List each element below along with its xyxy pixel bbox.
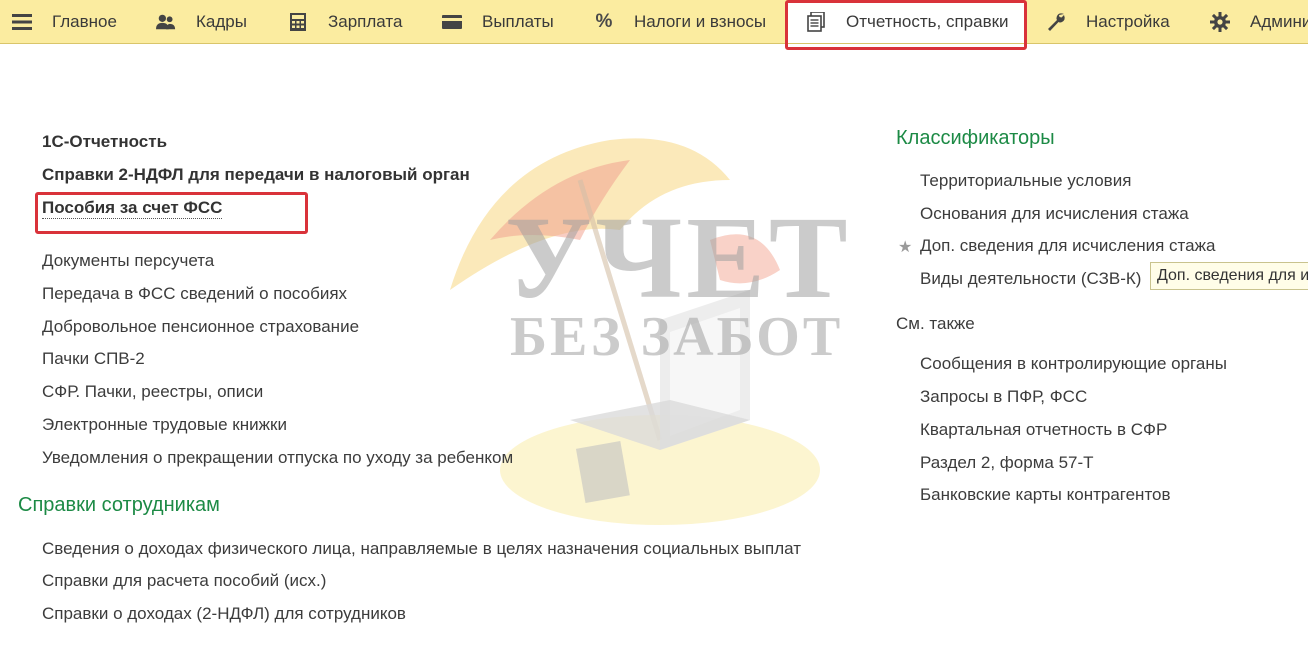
menu-item-label: Выплаты — [482, 12, 554, 31]
hamburger-icon — [12, 12, 32, 32]
link-2ndfl-employees[interactable]: Справки о доходах (2-НДФЛ) для сотрудник… — [42, 604, 406, 624]
link-seniority-extra-info[interactable]: Доп. сведения для исчисления стажа — [920, 236, 1215, 256]
group-title-classifiers: Классификаторы — [896, 127, 1055, 149]
menu-item-label: Налоги и взносы — [634, 12, 767, 31]
link-electronic-work-books[interactable]: Электронные трудовые книжки — [42, 415, 287, 435]
people-icon — [156, 12, 176, 32]
tooltip: Доп. сведения для и — [1150, 262, 1308, 290]
star-icon[interactable]: ★ — [898, 237, 912, 257]
link-income-info-social[interactable]: Сведения о доходах физического лица, нап… — [42, 539, 801, 559]
link-sfr-packs[interactable]: СФР. Пачки, реестры, описи — [42, 382, 263, 402]
link-parental-leave-notices[interactable]: Уведомления о прекращении отпуска по ухо… — [42, 448, 513, 468]
menu-item-label: Кадры — [196, 12, 247, 31]
group-title-employee-certificates: Справки сотрудникам — [18, 494, 220, 516]
menu-item-label: Отчетность, справки — [846, 12, 1009, 31]
link-voluntary-pension[interactable]: Добровольное пенсионное страхование — [42, 317, 359, 337]
gear-icon — [1210, 12, 1230, 32]
percent-icon: % — [595, 11, 613, 32]
link-fss-benefits[interactable]: Пособия за счет ФСС — [42, 198, 223, 219]
link-form-57t[interactable]: Раздел 2, форма 57-Т — [920, 453, 1094, 473]
link-1c-reporting[interactable]: 1С-Отчетность — [42, 132, 167, 152]
watermark-subtitle: БЕЗ ЗАБОТ — [510, 306, 844, 368]
link-regulatory-messages[interactable]: Сообщения в контролирующие органы — [920, 354, 1227, 374]
menu-item-admin[interactable]: Админи — [1210, 0, 1308, 43]
link-quarterly-sfr[interactable]: Квартальная отчетность в СФР — [920, 420, 1167, 440]
menu-item-hr[interactable]: Кадры — [156, 0, 247, 43]
link-territorial-conditions[interactable]: Территориальные условия — [920, 171, 1131, 191]
menu-item-label: Админи — [1250, 12, 1308, 31]
menu-item-label: Зарплата — [328, 12, 403, 31]
wallet-icon — [442, 12, 462, 32]
menu-item-label: Настройка — [1086, 12, 1170, 31]
documents-icon — [806, 12, 826, 32]
link-fss-benefits-transfer[interactable]: Передача в ФСС сведений о пособиях — [42, 284, 347, 304]
menu-item-main[interactable]: Главное — [12, 0, 117, 43]
menu-item-settings[interactable]: Настройка — [1046, 0, 1170, 43]
link-activity-types[interactable]: Виды деятельности (СЗВ-К) — [920, 269, 1141, 289]
link-benefit-certificates[interactable]: Справки для расчета пособий (исх.) — [42, 571, 326, 591]
watermark-illustration — [450, 138, 820, 525]
menu-item-label: Главное — [52, 12, 117, 31]
link-personal-records-docs[interactable]: Документы персучета — [42, 251, 214, 271]
calculator-icon — [288, 12, 308, 32]
menu-item-reports[interactable]: Отчетность, справки — [788, 0, 1024, 43]
watermark-title: УЧЕТ — [505, 192, 852, 323]
group-title-see-also: См. также — [896, 314, 975, 333]
link-2ndfl-tax-authority[interactable]: Справки 2-НДФЛ для передачи в налоговый … — [42, 165, 470, 185]
link-pfr-fss-requests[interactable]: Запросы в ПФР, ФСС — [920, 387, 1087, 407]
menu-item-payments[interactable]: Выплаты — [442, 0, 554, 43]
link-seniority-grounds[interactable]: Основания для исчисления стажа — [920, 204, 1189, 224]
link-bank-cards[interactable]: Банковские карты контрагентов — [920, 485, 1171, 505]
menu-item-salary[interactable]: Зарплата — [288, 0, 403, 43]
link-spv2-packs[interactable]: Пачки СПВ-2 — [42, 349, 145, 369]
wrench-icon — [1046, 12, 1066, 32]
main-menu-bar: Главное Кадры Зарплата Выплаты % Налоги … — [0, 0, 1308, 44]
menu-item-taxes[interactable]: % Налоги и взносы — [594, 0, 767, 43]
